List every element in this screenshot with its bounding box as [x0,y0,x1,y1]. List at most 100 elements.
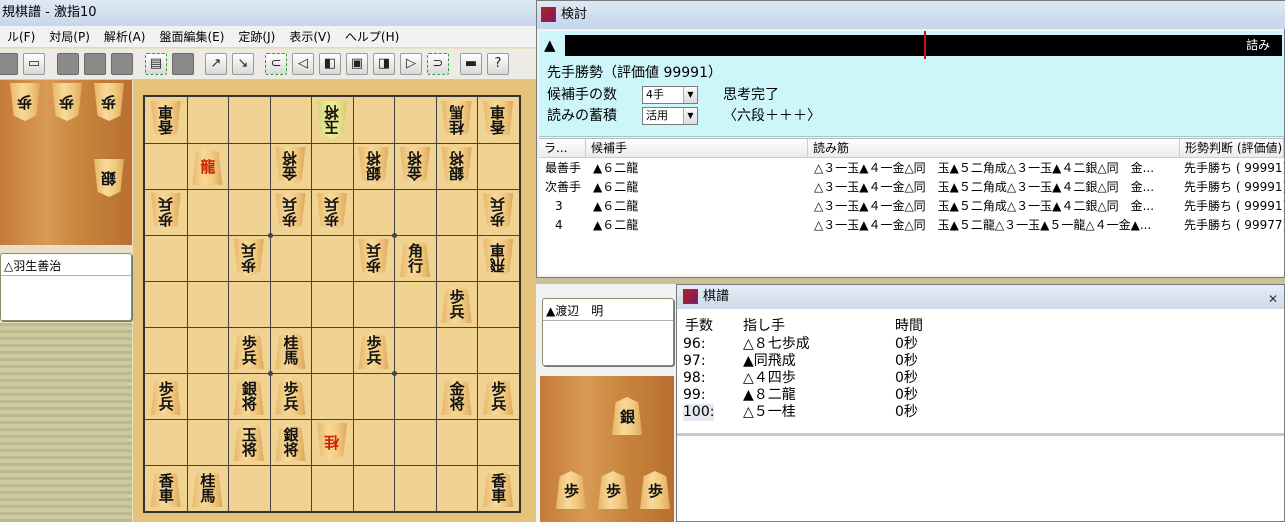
kifu-time[interactable]: 0秒 [895,387,918,404]
kifu-time[interactable]: 0秒 [895,336,918,353]
candidate-eval[interactable]: 先手勝ち ( 99991) [1184,178,1284,197]
shogi-piece[interactable]: 香車 [149,468,183,508]
gray-box-icon[interactable] [111,53,133,75]
shogi-piece[interactable]: 金将 [440,376,474,416]
candidate-move[interactable]: ▲６二龍 [593,159,793,178]
shogi-piece[interactable]: 歩 [8,82,42,122]
shogi-piece[interactable]: 銀将 [357,146,391,186]
candidate-rank[interactable]: 3 [555,197,595,216]
candidate-move[interactable]: ▲６二龍 [593,178,793,197]
column-header-rank[interactable]: ラ... [539,139,586,158]
kifu-header-time[interactable]: 時間 [895,317,923,335]
candidate-eval[interactable]: 先手勝ち ( 99991) [1184,159,1284,178]
shogi-piece[interactable]: 桂馬 [273,330,307,370]
shogi-piece[interactable]: 玉将 [315,100,349,140]
accumulate-select[interactable]: 活用 ▼ [642,107,698,125]
prev-icon[interactable]: ◁ [292,53,314,75]
blank-icon[interactable] [172,53,194,75]
shogi-piece[interactable]: 香車 [149,100,183,140]
shogi-piece[interactable]: 歩兵 [273,192,307,232]
arrow-icon[interactable]: ↘ [232,53,254,75]
column-header-line[interactable]: 読み筋 [808,139,1180,158]
shogi-piece[interactable]: 桂馬 [190,468,224,508]
shogi-piece[interactable]: 歩兵 [232,238,266,278]
kifu-num[interactable]: 98: [683,370,706,387]
menu-board-edit[interactable]: 盤面編集(E) [152,28,231,45]
kifu-num[interactable]: 99: [683,387,706,404]
shogi-piece[interactable]: 玉将 [232,422,266,462]
help-icon[interactable]: ? [487,53,509,75]
column-header-eval[interactable]: 形勢判断 (評価値) [1180,139,1284,158]
last-icon[interactable]: ⊃ [427,53,449,75]
shogi-piece[interactable]: 歩 [92,82,126,122]
candidates-select[interactable]: 4手 ▼ [642,86,698,104]
shogi-piece[interactable]: 金将 [398,146,432,186]
menu-help[interactable]: ヘルプ(H) [338,28,406,45]
kifu-move[interactable]: △４四歩 [743,370,796,387]
shogi-piece[interactable]: 銀 [610,396,644,436]
kifu-move[interactable]: ▲８二龍 [743,387,796,404]
shogi-piece[interactable]: 歩兵 [357,330,391,370]
next-icon[interactable]: ◨ [373,53,395,75]
gray-box-icon[interactable] [57,53,79,75]
printer-icon[interactable] [0,53,18,75]
menu-joseki[interactable]: 定跡(J) [231,28,282,45]
kifu-num[interactable]: 96: [683,336,706,353]
kifu-header-move[interactable]: 指し手 [743,317,785,335]
shogi-piece[interactable]: 歩 [638,470,672,510]
candidate-line[interactable]: △３一玉▲４一金△同 玉▲５二龍△３一玉▲５一龍△４一金▲... [814,216,1176,235]
shogi-piece[interactable]: 龍 [190,146,224,186]
gray-box-icon[interactable] [84,53,106,75]
shogi-piece[interactable]: 歩兵 [273,376,307,416]
stop-icon[interactable]: ◧ [319,53,341,75]
shogi-piece[interactable]: 歩 [596,470,630,510]
candidate-line[interactable]: △３一玉▲４一金△同 玉▲５二角成△３一玉▲４二銀△同 金... [814,197,1176,216]
candidate-line[interactable]: △３一玉▲４一金△同 玉▲５二角成△３一玉▲４二銀△同 金... [814,178,1176,197]
kifu-move[interactable]: △８七歩成 [743,336,810,353]
book-icon[interactable]: ▤ [145,53,167,75]
candidate-rank[interactable]: 最善手 [545,159,585,178]
kifu-num[interactable]: 100: [683,404,715,421]
play-icon[interactable]: ▷ [400,53,422,75]
monitor-icon[interactable]: ▬ [460,53,482,75]
shogi-piece[interactable]: 歩兵 [232,330,266,370]
menu-view[interactable]: 表示(V) [282,28,338,45]
shogi-piece[interactable]: 香車 [481,468,515,508]
kifu-time[interactable]: 0秒 [895,353,918,370]
candidate-rank[interactable]: 4 [555,216,595,235]
stop-icon[interactable]: ▣ [346,53,368,75]
candidate-eval[interactable]: 先手勝ち ( 99977) [1184,216,1284,235]
kifu-header-num[interactable]: 手数 [685,317,713,335]
shogi-piece[interactable]: 歩兵 [149,376,183,416]
menu-analysis[interactable]: 解析(A) [97,28,153,45]
kifu-num[interactable]: 97: [683,353,706,370]
kifu-time[interactable]: 0秒 [895,404,918,421]
shogi-piece[interactable]: 歩兵 [149,192,183,232]
shogi-piece[interactable]: 歩兵 [481,376,515,416]
shogi-piece[interactable]: 銀 [92,158,126,198]
splitter[interactable] [677,433,1284,436]
shogi-piece[interactable]: 歩兵 [357,238,391,278]
candidate-move[interactable]: ▲６二龍 [593,197,793,216]
candidate-eval[interactable]: 先手勝ち ( 99991) [1184,197,1284,216]
candidate-rank[interactable]: 次善手 [545,178,585,197]
open-file-icon[interactable]: ▭ [23,53,45,75]
candidate-move[interactable]: ▲６二龍 [593,216,793,235]
shogi-piece[interactable]: 金将 [273,146,307,186]
shogi-piece[interactable]: 銀将 [440,146,474,186]
shogi-piece[interactable]: 歩兵 [481,192,515,232]
column-header-move[interactable]: 候補手 [586,139,808,158]
close-icon[interactable]: ✕ [1268,287,1278,311]
arrow-icon[interactable]: ↗ [205,53,227,75]
shogi-piece[interactable]: 桂 [315,422,349,462]
first-icon[interactable]: ⊂ [265,53,287,75]
shogi-piece[interactable]: 桂馬 [440,100,474,140]
kifu-move[interactable]: ▲同飛成 [743,353,796,370]
shogi-piece[interactable]: 歩 [554,470,588,510]
shogi-piece[interactable]: 香車 [481,100,515,140]
shogi-piece[interactable]: 歩 [50,82,84,122]
candidate-line[interactable]: △３一玉▲４一金△同 玉▲５二角成△３一玉▲４二銀△同 金... [814,159,1176,178]
menu-game[interactable]: 対局(P) [42,28,97,45]
kifu-move[interactable]: △５一桂 [743,404,796,421]
shogi-piece[interactable]: 歩兵 [440,284,474,324]
